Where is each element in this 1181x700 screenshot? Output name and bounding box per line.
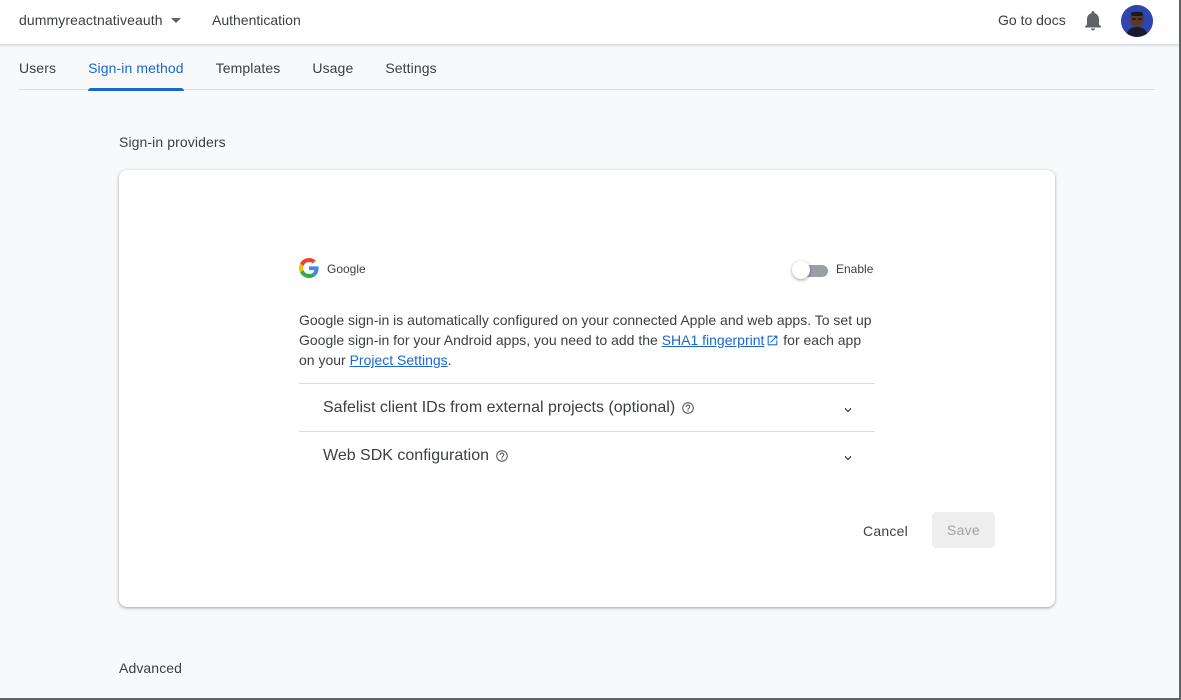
external-link-icon[interactable] [766,334,779,347]
google-logo-icon [299,258,319,278]
provider-header: Google Enable [299,258,875,282]
help-icon[interactable] [495,449,509,463]
project-name: dummyreactnativeauth [19,12,163,28]
go-to-docs-link[interactable]: Go to docs [998,12,1066,28]
provider-config-card: Google Enable Google sign-in is automati… [119,170,1055,607]
toggle-thumb [792,261,810,279]
top-app-bar: dummyreactnativeauth Authentication Go t… [0,0,1179,45]
chevron-down-icon [844,408,852,413]
user-avatar[interactable] [1121,5,1153,37]
notifications-bell-icon[interactable] [1084,11,1102,31]
expander-title-text: Web SDK configuration [323,447,490,464]
cancel-button[interactable]: Cancel [847,513,924,549]
sign-in-providers-heading: Sign-in providers [119,134,226,150]
safelist-client-ids-expander[interactable]: Safelist client IDs from external projec… [299,383,875,431]
section-title: Authentication [212,12,301,28]
advanced-heading: Advanced [119,660,183,676]
tab-settings[interactable]: Settings [385,46,436,90]
provider-name: Google [327,262,366,276]
enable-toggle[interactable] [792,260,828,280]
expander-title: Safelist client IDs from external projec… [323,399,695,417]
tab-sign-in-method[interactable]: Sign-in method [88,46,184,91]
expander-title-text: Safelist client IDs from external projec… [323,399,676,416]
provider-description: Google sign-in is automatically configur… [299,310,879,370]
save-button[interactable]: Save [932,512,995,548]
dropdown-caret-icon [170,18,181,23]
page: dummyreactnativeauth Authentication Go t… [0,0,1181,700]
help-icon[interactable] [681,401,695,415]
tab-bar: Users Sign-in method Templates Usage Set… [19,46,1155,91]
sha1-fingerprint-link[interactable]: SHA1 fingerprint [662,332,765,348]
description-text-3: . [447,352,452,368]
project-picker[interactable]: dummyreactnativeauth [19,12,181,28]
tab-usage[interactable]: Usage [312,46,353,90]
expander-title: Web SDK configuration [323,447,509,465]
tab-users[interactable]: Users [19,46,56,90]
enable-label: Enable [836,262,874,276]
chevron-down-icon [844,456,852,461]
tab-templates[interactable]: Templates [216,46,281,90]
web-sdk-configuration-expander[interactable]: Web SDK configuration [299,431,875,479]
project-settings-link[interactable]: Project Settings [350,352,448,368]
